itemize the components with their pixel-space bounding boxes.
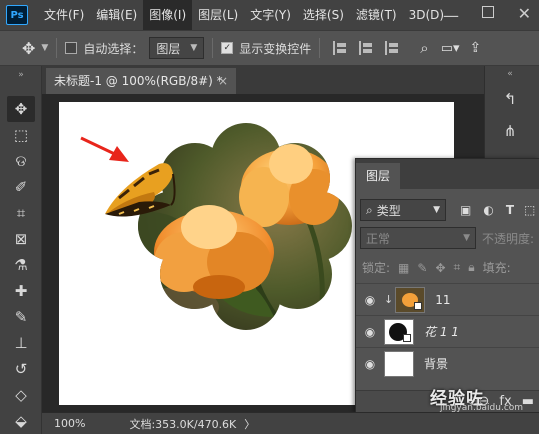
align-center-icon[interactable] — [359, 41, 375, 55]
clipping-mask-icon: ↓ — [384, 293, 394, 306]
chevron-down-icon: ▼ — [433, 205, 440, 215]
document-title: 未标题-1 @ 100%(RGB/8#) * — [54, 74, 223, 88]
paint-bucket-tool-icon[interactable]: ⬙ — [7, 408, 35, 434]
image-filter-icon[interactable]: ▣ — [460, 203, 471, 217]
workspace-icon[interactable]: ▭▾ — [441, 41, 460, 56]
tab-layers[interactable]: 图层 — [356, 163, 401, 189]
layer-row-11[interactable]: ◉ ↓ 11 — [356, 283, 539, 315]
stamp-tool-icon[interactable]: ⊥ — [7, 330, 35, 356]
menu-edit[interactable]: 编辑(E) — [90, 0, 143, 30]
document-tab-bar: 未标题-1 @ 100%(RGB/8#) * × — [42, 66, 484, 94]
shape-filter-icon[interactable]: ⬚ — [524, 203, 535, 217]
layers-panel-header: 图层 — [356, 159, 539, 189]
dropdown-value: 图层 — [156, 41, 181, 56]
zoom-level[interactable]: 100% — [54, 417, 85, 430]
collapse-arrows-icon[interactable]: « — [495, 68, 525, 80]
search-icon: ⌕ — [366, 202, 373, 217]
move-tool-icon[interactable]: ✥ — [22, 39, 35, 58]
share-icon[interactable]: ⇪ — [470, 40, 482, 56]
opacity-label: 不透明度: — [482, 231, 535, 246]
maximize-button[interactable] — [482, 6, 494, 18]
eyedropper-tool-icon[interactable]: ⚗ — [7, 252, 35, 278]
layer-name: 背景 — [424, 357, 449, 371]
show-transform-label: 显示变换控件 — [239, 41, 312, 56]
lock-brush-icon[interactable]: ✎ — [417, 261, 427, 275]
quick-select-tool-icon[interactable]: ✐ — [7, 174, 35, 200]
auto-select-target-dropdown[interactable]: 图层 ▼ — [149, 37, 205, 59]
layer-thumbnail — [384, 318, 414, 345]
tools-panel: » ✥ ⬚ ଡ ✐ ⌗ ⊠ ⚗ ✚ ✎ ⊥ ↺ ◇ ⬙ — [0, 66, 42, 434]
photoshop-logo: Ps — [6, 5, 28, 25]
close-tab-button[interactable]: × — [218, 68, 228, 94]
menu-image[interactable]: 图像(I) — [143, 0, 193, 30]
show-transform-checkbox[interactable]: ✓ — [221, 42, 234, 54]
marquee-tool-icon[interactable]: ⬚ — [7, 122, 35, 148]
history-brush-tool-icon[interactable]: ↺ — [7, 356, 35, 382]
chevron-down-icon: ▼ — [190, 43, 198, 53]
chevron-down-icon: ▼ — [463, 233, 470, 243]
align-left-icon[interactable] — [333, 41, 349, 55]
fill-label: 填充: — [482, 261, 511, 275]
paths-panel-icon[interactable]: ⋔ — [495, 118, 525, 144]
frame-tool-icon[interactable]: ⊠ — [7, 226, 35, 252]
lock-label: 锁定: — [362, 261, 391, 275]
layer-filter-dropdown[interactable]: ⌕ 类型 ▼ — [360, 199, 446, 221]
lock-position-icon[interactable]: ✥ — [435, 261, 445, 275]
layer-row-background[interactable]: ◉ 背景 — [356, 347, 539, 379]
layer-thumbnail — [395, 286, 426, 313]
history-panel-icon[interactable]: ↰ — [495, 86, 525, 112]
more-icon[interactable]: ▬ — [522, 394, 534, 409]
blend-mode-value: 正常 — [366, 231, 391, 246]
eye-icon[interactable]: ◉ — [356, 325, 384, 339]
chevron-down-icon[interactable]: ▼ — [41, 43, 48, 53]
lock-all-icon[interactable]: 🔒︎ — [468, 260, 474, 275]
layer-row-flower[interactable]: ◉ 花 1 1 — [356, 315, 539, 347]
divider — [212, 38, 214, 58]
watermark-url: jingyan.baidu.com — [440, 403, 524, 413]
divider — [319, 38, 321, 58]
eraser-tool-icon[interactable]: ◇ — [7, 382, 35, 408]
layer-name: 花 1 1 — [424, 325, 459, 339]
lock-artboard-icon[interactable]: ⌗ — [454, 260, 461, 275]
menu-filter[interactable]: 滤镜(T) — [350, 0, 403, 30]
divider — [56, 38, 58, 58]
options-bar: ✥ ▼ 自动选择： 图层 ▼ ✓ 显示变换控件 ⌕ ▭▾ ⇪ — [0, 30, 539, 66]
adjustment-filter-icon[interactable]: ◐ — [483, 203, 493, 217]
type-filter-icon[interactable]: T — [506, 203, 514, 217]
close-window-button[interactable]: ✕ — [518, 4, 531, 23]
annotation-arrow — [80, 136, 129, 162]
move-tool-icon[interactable]: ✥ — [7, 96, 35, 122]
align-right-icon[interactable] — [385, 41, 401, 55]
document-size: 文档:353.0K/470.6K — [129, 417, 237, 431]
crop-tool-icon[interactable]: ⌗ — [7, 200, 35, 226]
auto-select-checkbox[interactable] — [65, 42, 78, 54]
lock-row: 锁定: ▦ ✎ ✥ ⌗ 🔒︎ 填充: — [356, 259, 539, 276]
eye-icon[interactable]: ◉ — [356, 357, 384, 371]
blend-mode-dropdown[interactable]: 正常 ▼ — [360, 227, 476, 249]
menu-file[interactable]: 文件(F) — [38, 0, 90, 30]
blend-row: 正常 ▼ 不透明度: — [356, 227, 539, 249]
healing-brush-tool-icon[interactable]: ✚ — [7, 278, 35, 304]
menu-layer[interactable]: 图层(L) — [192, 0, 244, 30]
brush-tool-icon[interactable]: ✎ — [7, 304, 35, 330]
search-icon[interactable]: ⌕ — [420, 39, 428, 57]
lasso-tool-icon[interactable]: ଡ — [7, 148, 35, 174]
lock-transparent-icon[interactable]: ▦ — [398, 261, 409, 275]
status-bar: 100% 文档:353.0K/470.6K 〉 — [42, 412, 539, 434]
eye-icon[interactable]: ◉ — [356, 293, 384, 307]
layers-panel: 图层 ⌕ 类型 ▼ ▣ ◐ T ⬚ 正常 ▼ 不透明度: 锁定: ▦ ✎ ✥ ⌗… — [355, 158, 539, 412]
status-menu-arrow[interactable]: 〉 — [244, 416, 255, 432]
menu-select[interactable]: 选择(S) — [297, 0, 350, 30]
filter-value: 类型 — [376, 203, 401, 218]
layer-name: 11 — [435, 292, 451, 307]
collapse-arrows-icon[interactable]: » — [7, 70, 35, 80]
minimize-button[interactable]: — — [443, 6, 459, 25]
menu-type[interactable]: 文字(Y) — [244, 0, 297, 30]
menu-bar: Ps 文件(F) 编辑(E) 图像(I) 图层(L) 文字(Y) 选择(S) 滤… — [0, 0, 539, 30]
auto-select-label: 自动选择： — [83, 41, 144, 56]
layers-filter-row: ⌕ 类型 ▼ ▣ ◐ T ⬚ — [356, 199, 539, 221]
layer-thumbnail — [384, 350, 414, 377]
document-tab[interactable]: 未标题-1 @ 100%(RGB/8#) * × — [46, 68, 236, 94]
